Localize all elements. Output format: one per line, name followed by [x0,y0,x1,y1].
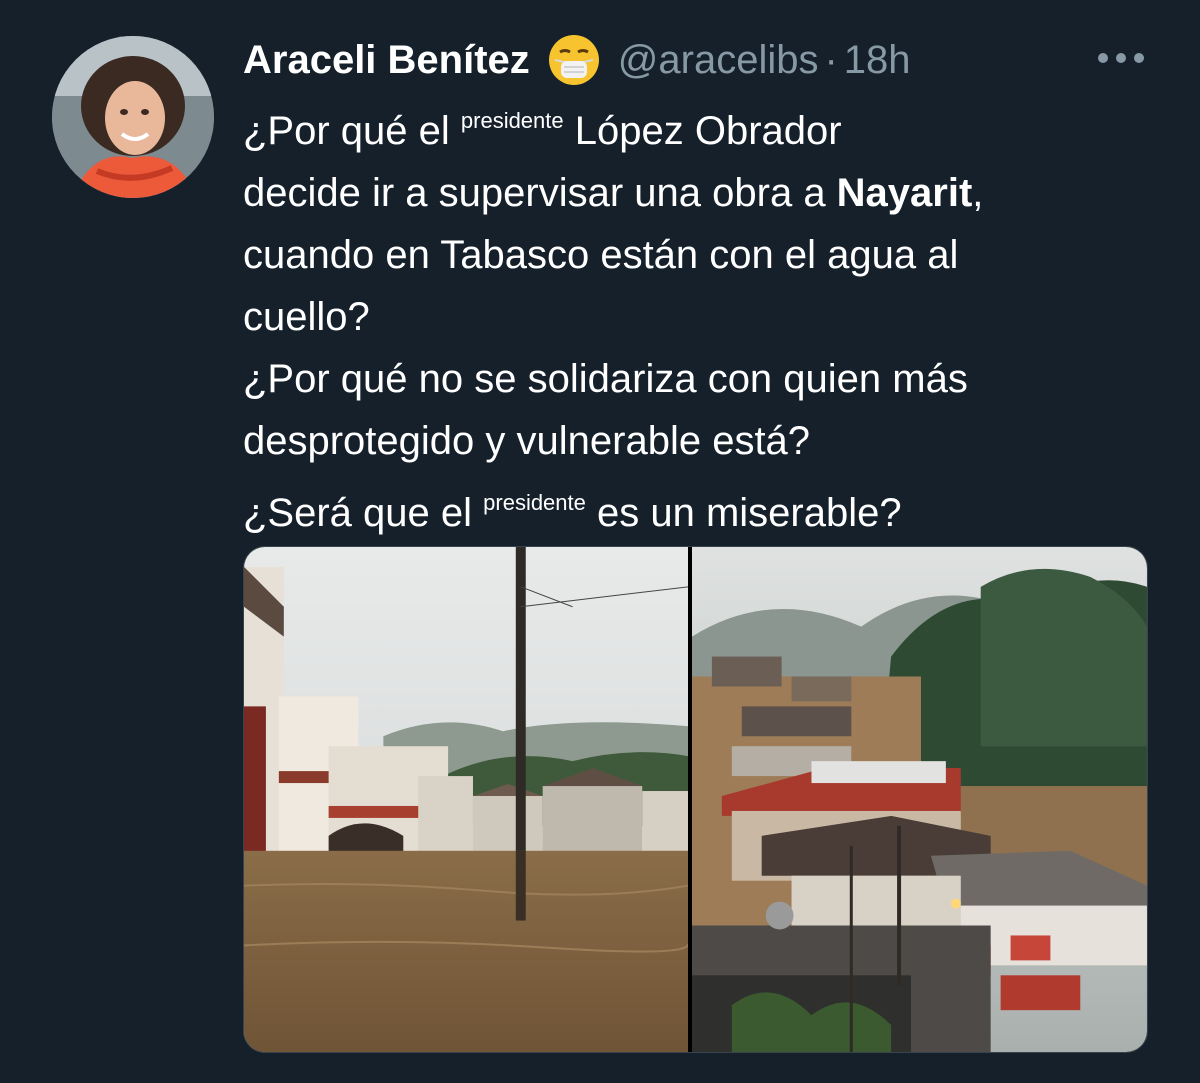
flooded-town-aerial-photo[interactable] [692,547,1147,1052]
text-segment: López Obrador [563,109,842,153]
display-name[interactable]: Araceli Benítez [243,38,530,83]
bold-word: Nayarit [836,171,973,215]
text-segment: ¿Por qué el [243,109,461,153]
tweet-text-line: ¿Por qué no se solidariza con quien más [243,357,968,401]
face-with-medical-mask-icon [548,34,600,86]
tweet-text-line: cuando en Tabasco están con el agua al [243,233,959,277]
flooded-street-photo[interactable] [244,547,689,1052]
more-horizontal-icon[interactable] [1098,48,1144,68]
text-segment: es un miserable? [585,491,902,535]
text-segment: , [972,171,984,215]
separator-dot: · [824,37,838,82]
tweet-header: Araceli Benítez @aracelibs · 18h [243,30,911,90]
tweet-text-line: desprotegido y vulnerable está? [243,419,811,463]
timestamp[interactable]: 18h [844,38,911,83]
tweet-text-line: ¿Por qué el presidente López Obrador [243,90,1173,162]
tweet-text-line: ¿Será que el presidente es un miserable? [243,472,1173,544]
avatar[interactable] [52,36,214,198]
tweet-text-line: decide ir a supervisar una obra a Nayari… [243,162,1173,224]
tweet-text-line: cuello? [243,295,370,339]
user-handle[interactable]: @aracelibs [618,38,819,83]
superscript-word: presidente [460,108,564,133]
text-segment: ¿Será que el [243,491,484,535]
tweet-text: ¿Por qué el presidente López Obrador dec… [243,90,1173,544]
superscript-word: presidente [483,490,586,515]
tweet[interactable]: Araceli Benítez @aracelibs · 18h ¿Por qu… [0,0,1200,1083]
text-segment: decide ir a supervisar una obra a [243,171,837,215]
media-grid [243,546,1148,1053]
